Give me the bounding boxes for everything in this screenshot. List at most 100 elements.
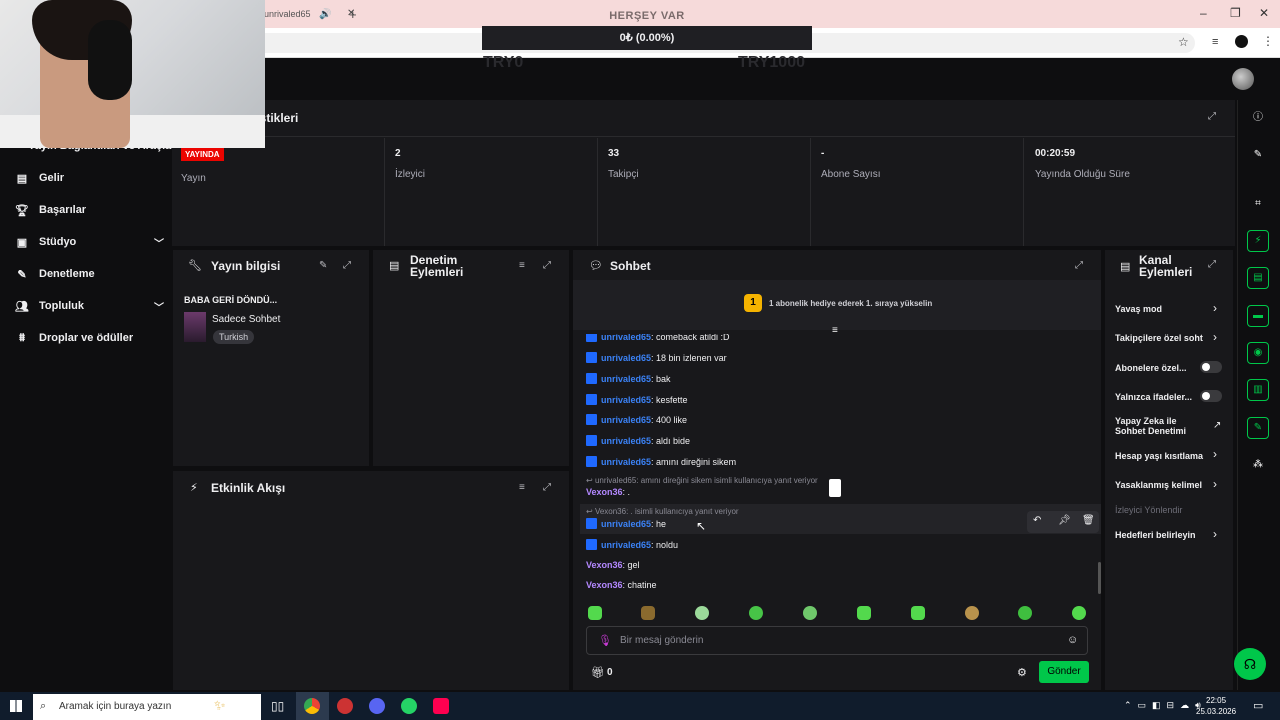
popout-icon[interactable]: ⤢ [343, 260, 351, 271]
lightning-icon[interactable]: ⚡︎ [1247, 230, 1269, 252]
channel-action-banned-words[interactable]: Yasaklanmış kelimel [1115, 480, 1210, 490]
chat-message[interactable]: unrivaled65: he [586, 518, 666, 529]
chevron-right-icon[interactable]: › [1213, 477, 1217, 491]
external-link-icon[interactable]: ↗ [1213, 420, 1221, 431]
subs-only-toggle[interactable] [1200, 361, 1222, 373]
sidebar-item-community[interactable]: 👥︎ Topluluk ﹀ [14, 296, 164, 316]
chat-message[interactable]: Vexon36: chatine [586, 580, 657, 590]
chat-message[interactable]: unrivaled65: aldı bide [586, 435, 690, 446]
microphone-icon[interactable]: 🎙︎ [598, 634, 612, 647]
sidebar-item-moderation[interactable]: ✎ Denetleme [14, 264, 164, 284]
popout-icon[interactable]: ⤢ [543, 260, 551, 271]
edit-icon[interactable]: ✎ [319, 260, 327, 271]
bookmark-star-icon[interactable]: ☆ [1178, 35, 1189, 49]
chat-username[interactable]: unrivaled65 [601, 457, 651, 467]
emote-icon[interactable] [641, 606, 655, 620]
clip-icon[interactable]: ⌗ [1247, 193, 1269, 215]
popout-icon[interactable]: ⤢ [1208, 259, 1216, 270]
notifications-icon[interactable]: ▭ [1253, 699, 1263, 712]
popout-icon[interactable]: ⤢ [1208, 111, 1216, 122]
pin-icon[interactable]: 📌︎ [1058, 515, 1071, 526]
window-close-icon[interactable]: ✕ [1259, 6, 1269, 20]
chat-username[interactable]: unrivaled65 [601, 374, 651, 384]
obs-icon[interactable] [337, 698, 353, 714]
broadcast-icon[interactable]: ◉ [1247, 342, 1269, 364]
channel-action-emote-only[interactable]: Yalnızca ifadeler... [1115, 392, 1192, 402]
emoji-picker-icon[interactable]: ☺ [1067, 634, 1078, 646]
chat-message[interactable]: unrivaled65: kesfette [586, 394, 688, 405]
chrome-icon[interactable] [304, 698, 320, 714]
reply-context[interactable]: ↩ unrivaled65: amını direğini sikem isim… [586, 476, 818, 485]
filter-icon[interactable]: ≡ [519, 260, 525, 271]
sidebar-item-drops[interactable]: ⩩ Droplar ve ödüller [14, 328, 164, 348]
chat-username[interactable]: unrivaled65 [601, 436, 651, 446]
emote-icon[interactable] [1018, 606, 1032, 620]
browser-tab[interactable]: unrivaled65 🔊 [258, 4, 336, 24]
chevron-right-icon[interactable]: › [1213, 447, 1217, 461]
tiktok-icon[interactable] [433, 698, 449, 714]
info-icon[interactable]: ⓘ [1247, 107, 1269, 129]
chat-message[interactable]: Vexon36: . [586, 487, 630, 497]
channel-action-account-age[interactable]: Hesap yaşı kısıtlama [1115, 451, 1210, 461]
profile-icon[interactable] [1235, 35, 1248, 48]
emote-only-toggle[interactable] [1200, 390, 1222, 402]
delete-icon[interactable]: 🗑︎ [1082, 515, 1095, 526]
chevron-right-icon[interactable]: › [1213, 527, 1217, 541]
channel-action-followers-only[interactable]: Takipçilere özel soht [1115, 333, 1210, 343]
sidebar-item-studio[interactable]: ▣ Stüdyo ﹀ [14, 232, 164, 252]
send-button[interactable]: Gönder [1039, 661, 1089, 683]
task-view-icon[interactable]: ▯▯ [271, 699, 284, 713]
minimize-icon[interactable]: – [1200, 6, 1207, 20]
popout-icon[interactable]: ⤢ [543, 482, 551, 493]
support-headset-icon[interactable]: ☊ [1234, 648, 1266, 680]
chat-message[interactable]: unrivaled65: amını direğini sikem [586, 456, 736, 467]
chat-input[interactable]: Bir mesaj gönderin [620, 635, 703, 646]
restore-icon[interactable]: ❐ [1230, 6, 1241, 20]
channel-action-slow-mode[interactable]: Yavaş mod [1115, 304, 1162, 314]
channel-action-ai-moderation[interactable]: Yapay Zeka ile Sohbet Denetimi [1115, 416, 1197, 436]
sidebar-item-achievements[interactable]: 🏆︎ Başarılar [14, 200, 164, 220]
chat-username[interactable]: unrivaled65 [601, 415, 651, 425]
chevron-right-icon[interactable]: › [1213, 330, 1217, 344]
emote-icon[interactable] [965, 606, 979, 620]
tag-badge[interactable]: Turkish [213, 330, 255, 344]
chat-bubble-icon[interactable]: ▬ [1247, 305, 1269, 327]
emote-icon[interactable] [588, 606, 602, 620]
clipboard-icon[interactable]: ▤ [1247, 267, 1269, 289]
layout-icon[interactable]: ▥ [1247, 379, 1269, 401]
menu-kebab-icon[interactable]: ⋮ [1262, 34, 1274, 48]
new-tab-button[interactable]: + [349, 7, 357, 22]
discord-icon[interactable] [369, 698, 385, 714]
reply-icon[interactable]: ↶ [1033, 515, 1041, 526]
chat-username[interactable]: Vexon36 [586, 580, 623, 590]
chat-scrollbar[interactable] [1098, 562, 1101, 594]
emote-icon[interactable] [1072, 606, 1086, 620]
chat-username[interactable]: unrivaled65 [601, 519, 651, 529]
chat-message[interactable]: unrivaled65: comeback atildi :D [586, 334, 730, 342]
chat-username[interactable]: unrivaled65 [601, 353, 651, 363]
emote-icon[interactable] [803, 606, 817, 620]
reply-context[interactable]: ↩ Vexon36: . isimli kullanıcıya yanıt ve… [586, 507, 739, 516]
emote-icon[interactable] [695, 606, 709, 620]
windows-start-icon[interactable] [10, 700, 22, 712]
chat-message[interactable]: unrivaled65: 400 like [586, 414, 687, 425]
wrench-icon[interactable]: ✎ [1247, 417, 1269, 439]
chat-username[interactable]: unrivaled65 [601, 540, 651, 550]
whatsapp-icon[interactable] [401, 698, 417, 714]
popout-icon[interactable]: ⤢ [1075, 260, 1083, 271]
avatar[interactable] [1232, 68, 1254, 90]
channel-action-set-goals[interactable]: Hedefleri belirleyin [1115, 530, 1196, 540]
pin-toggle-icon[interactable]: ≡ [832, 325, 838, 336]
emote-icon[interactable] [911, 606, 925, 620]
chat-username[interactable]: Vexon36 [586, 560, 623, 570]
more-apps-icon[interactable]: ⁂ [1247, 454, 1269, 476]
speaker-icon[interactable]: 🔊 [319, 9, 331, 20]
chat-settings-icon[interactable]: ⚙︎ [1017, 666, 1027, 679]
chat-message[interactable]: unrivaled65: noldu [586, 539, 678, 550]
taskbar-search-input[interactable]: Aramak için buraya yazın [33, 694, 261, 720]
media-controls-icon[interactable]: ≡ [1212, 36, 1218, 48]
chat-username[interactable]: unrivaled65 [601, 395, 651, 405]
category-name[interactable]: Sadece Sohbet [212, 314, 280, 325]
emote-icon[interactable] [749, 606, 763, 620]
copilot-sparkle-icon[interactable]: ✨︎ [214, 697, 226, 714]
